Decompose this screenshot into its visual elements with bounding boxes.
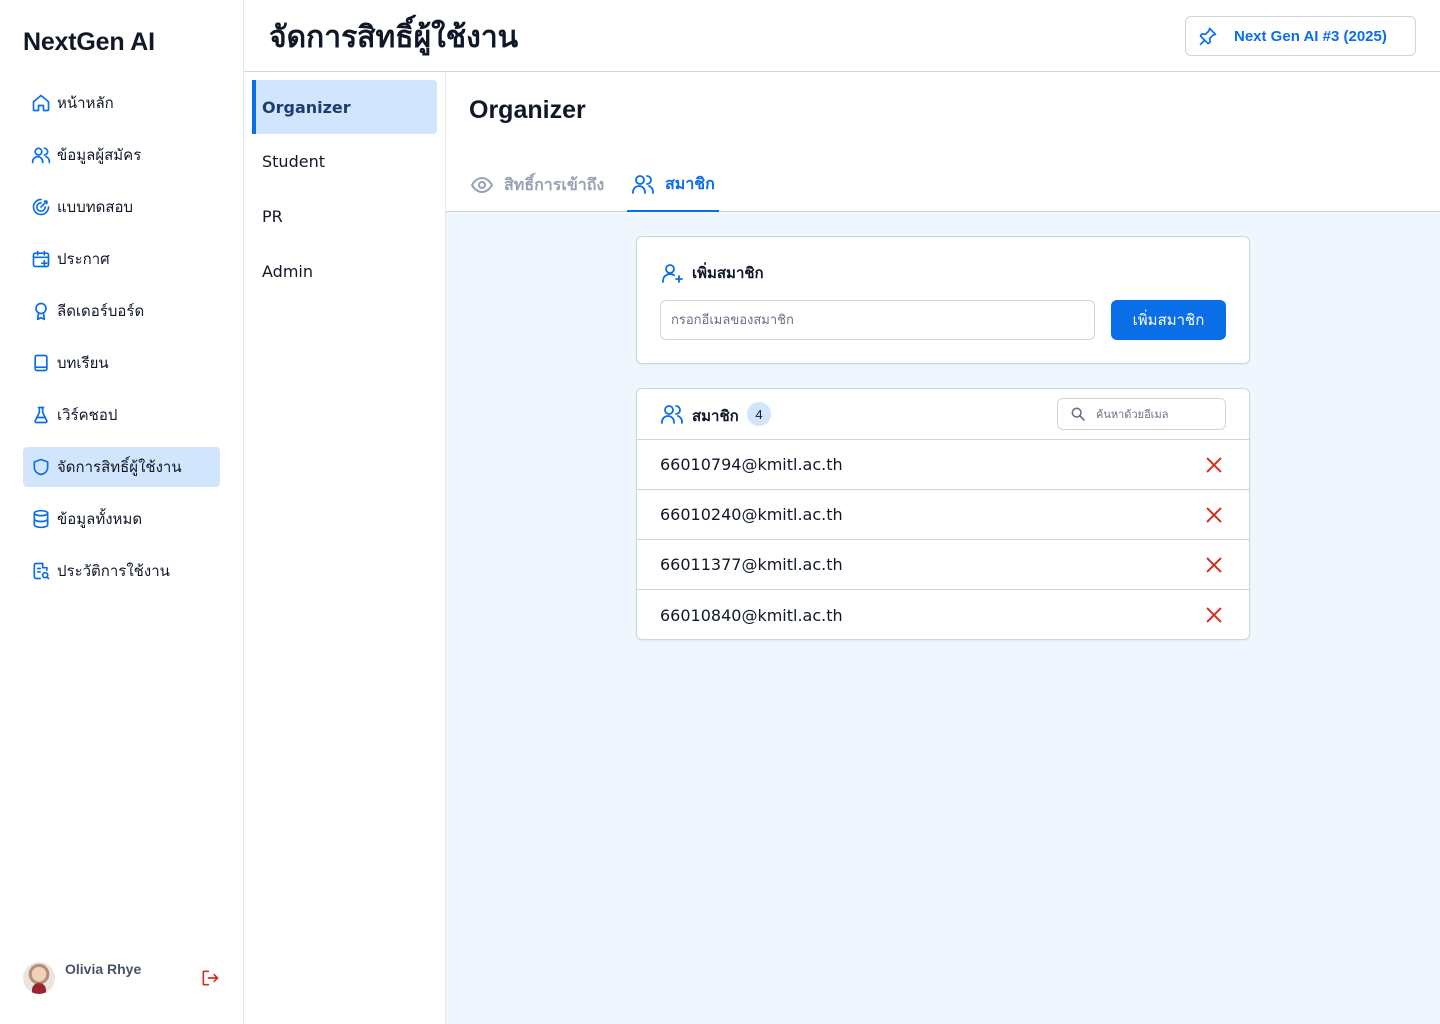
- home-icon: [31, 93, 51, 113]
- role-item-admin[interactable]: Admin: [252, 244, 437, 298]
- member-row: 66010840@kmitl.ac.th: [637, 590, 1249, 639]
- avatar[interactable]: [23, 962, 55, 994]
- remove-member-icon[interactable]: [1203, 504, 1225, 526]
- tab-label: สิทธิ์การเข้าถึง: [504, 174, 605, 194]
- event-label: Next Gen AI #3 (2025): [1234, 27, 1387, 45]
- user-plus-icon: [660, 261, 684, 285]
- member-email: 66010840@kmitl.ac.th: [660, 605, 843, 625]
- sidebar-item-history[interactable]: ประวัติการใช้งาน: [23, 551, 220, 591]
- sidebar-item-label: ข้อมูลผู้สมัคร: [57, 146, 142, 164]
- sidebar-item-label: แบบทดสอบ: [57, 198, 134, 216]
- role-item-student[interactable]: Student: [252, 134, 437, 188]
- members-list-header: สมาชิก 4: [637, 389, 1249, 440]
- users-icon: [660, 402, 684, 426]
- add-member-title: เพิ่มสมาชิก: [692, 264, 764, 282]
- sidebar-item-all-data[interactable]: ข้อมูลทั้งหมด: [23, 499, 220, 539]
- sidebar-item-workshop[interactable]: เวิร์คชอป: [23, 395, 220, 435]
- member-email: 66011377@kmitl.ac.th: [660, 555, 843, 574]
- member-email: 66010794@kmitl.ac.th: [660, 455, 843, 474]
- remove-member-icon[interactable]: [1203, 554, 1225, 576]
- add-member-button[interactable]: เพิ่มสมาชิก: [1111, 300, 1226, 340]
- sidebar: NextGen AI หน้าหลัก ข้อมูลผู้สมัคร แบบทด…: [0, 0, 244, 1024]
- sidebar-item-label: เวิร์คชอป: [57, 406, 118, 424]
- member-search-input[interactable]: [1096, 407, 1216, 421]
- role-list: Organizer Student PR Admin: [244, 72, 446, 1024]
- sidebar-item-label: ลีดเดอร์บอร์ด: [57, 302, 145, 320]
- member-email-input[interactable]: [660, 300, 1095, 340]
- target-icon: [31, 197, 51, 217]
- sidebar-item-label: ข้อมูลทั้งหมด: [57, 510, 143, 528]
- members-list-title: สมาชิก: [692, 407, 739, 425]
- database-icon: [31, 509, 51, 529]
- pin-icon: [1198, 26, 1218, 46]
- shield-icon: [31, 457, 51, 477]
- add-member-heading: เพิ่มสมาชิก: [660, 261, 764, 285]
- sidebar-item-applicants[interactable]: ข้อมูลผู้สมัคร: [23, 135, 220, 175]
- add-member-card: เพิ่มสมาชิก เพิ่มสมาชิก: [636, 236, 1250, 364]
- sidebar-item-lessons[interactable]: บทเรียน: [23, 343, 220, 383]
- award-icon: [31, 301, 51, 321]
- sidebar-item-label: บทเรียน: [57, 354, 109, 372]
- search-icon: [1070, 406, 1086, 422]
- member-count-badge: 4: [747, 402, 771, 426]
- sidebar-item-label: จัดการสิทธิ์ผู้ใช้งาน: [57, 458, 182, 476]
- user-profile: Olivia Rhye: [23, 961, 220, 995]
- book-icon: [31, 353, 51, 373]
- sidebar-item-announcements[interactable]: ประกาศ: [23, 239, 220, 279]
- sidebar-item-permissions[interactable]: จัดการสิทธิ์ผู้ใช้งาน: [23, 447, 220, 487]
- brand-logo-text: NextGen AI: [23, 28, 155, 56]
- calendar-plus-icon: [31, 249, 51, 269]
- member-row: 66010240@kmitl.ac.th: [637, 490, 1249, 540]
- sidebar-item-home[interactable]: หน้าหลัก: [23, 83, 220, 123]
- sidebar-item-quiz[interactable]: แบบทดสอบ: [23, 187, 220, 227]
- sidebar-item-label: ประวัติการใช้งาน: [57, 562, 170, 580]
- member-email: 66010240@kmitl.ac.th: [660, 505, 843, 524]
- tab-label: สมาชิก: [665, 173, 715, 193]
- page-header: จัดการสิทธิ์ผู้ใช้งาน Next Gen AI #3 (20…: [244, 0, 1440, 72]
- page-title: จัดการสิทธิ์ผู้ใช้งาน: [269, 20, 519, 55]
- sidebar-item-label: หน้าหลัก: [57, 94, 114, 112]
- members-list-card: สมาชิก 4 66010794@kmitl.ac.th 66010240@k…: [636, 388, 1250, 640]
- role-item-pr[interactable]: PR: [252, 189, 437, 243]
- user-name: Olivia Rhye: [65, 961, 142, 977]
- logout-icon[interactable]: [200, 968, 220, 988]
- sidebar-item-label: ประกาศ: [57, 250, 110, 268]
- remove-member-icon[interactable]: [1203, 454, 1225, 476]
- file-search-icon: [31, 561, 51, 581]
- flask-icon: [31, 405, 51, 425]
- users-icon: [631, 172, 655, 196]
- remove-member-icon[interactable]: [1203, 604, 1225, 626]
- users-icon: [31, 145, 51, 165]
- member-row: 66010794@kmitl.ac.th: [637, 440, 1249, 490]
- member-search: [1057, 398, 1226, 430]
- role-header: Organizer สิทธิ์การเข้าถึง สมาชิก: [446, 72, 1440, 212]
- tab-members[interactable]: สมาชิก: [627, 158, 719, 212]
- main-content: Organizer สิทธิ์การเข้าถึง สมาชิก เพิ่มส…: [446, 72, 1440, 1024]
- eye-icon: [470, 173, 494, 197]
- sidebar-item-leaderboard[interactable]: ลีดเดอร์บอร์ด: [23, 291, 220, 331]
- member-row: 66011377@kmitl.ac.th: [637, 540, 1249, 590]
- role-title: Organizer: [469, 96, 586, 124]
- sidebar-nav: หน้าหลัก ข้อมูลผู้สมัคร แบบทดสอบ ประกาศ …: [23, 83, 220, 603]
- tab-access[interactable]: สิทธิ์การเข้าถึง: [470, 158, 604, 212]
- role-item-organizer[interactable]: Organizer: [252, 80, 437, 134]
- event-selector-button[interactable]: Next Gen AI #3 (2025): [1185, 16, 1416, 56]
